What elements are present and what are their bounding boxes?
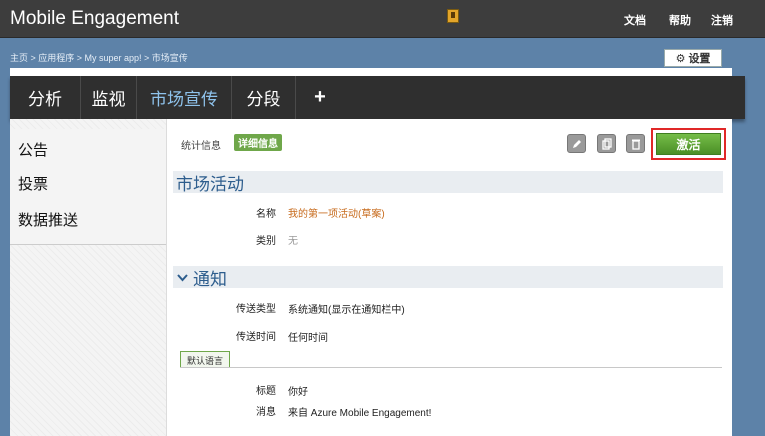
sidebar-item-polls[interactable]: 投票 — [18, 173, 48, 194]
category-value: 无 — [288, 236, 298, 247]
app-badge-icon — [447, 9, 459, 23]
default-language-tab[interactable]: 默认语言 — [180, 351, 231, 368]
settings-label: 设置 — [688, 53, 711, 65]
delivery-time-value: 任何时间 — [288, 333, 328, 344]
title-label: 标题 — [256, 386, 276, 397]
category-label: 类别 — [256, 236, 276, 247]
activate-highlight: 激活 — [651, 128, 726, 160]
logout-link[interactable]: 注销 — [711, 12, 733, 28]
language-tab-divider — [180, 367, 722, 368]
delete-button[interactable] — [626, 134, 645, 153]
sidebar-item-announcements[interactable]: 公告 — [18, 139, 48, 160]
breadcrumb[interactable]: 主页 > 应用程序 > My super app! > 市场宣传 — [10, 51, 188, 64]
copy-button[interactable] — [597, 134, 616, 153]
message-value: 来自 Azure Mobile Engagement! — [288, 408, 432, 419]
docs-link[interactable]: 文档 — [624, 12, 646, 28]
campaign-section-title: 市场活动 — [176, 174, 244, 194]
delivery-time-label: 传送时间 — [236, 332, 276, 343]
main-tab-bar: 分析 监视 市场宣传 分段 + — [10, 76, 745, 119]
notification-section-header[interactable]: 通知 — [173, 266, 723, 289]
copy-icon — [602, 138, 612, 150]
top-bar: Mobile Engagement 文档 帮助 注销 — [0, 0, 765, 38]
delivery-type-value: 系统通知(显示在通知栏中) — [288, 305, 405, 316]
gear-icon: ⚙ — [675, 52, 686, 65]
tab-analytics[interactable]: 分析 — [10, 76, 81, 119]
title-value: 你好 — [288, 387, 308, 398]
sidebar-menu: 公告 投票 数据推送 — [10, 129, 166, 245]
activate-button[interactable]: 激活 — [656, 133, 721, 155]
delete-icon — [632, 139, 640, 150]
notification-section-title: 通知 — [193, 269, 227, 289]
add-tab-button[interactable]: + — [296, 76, 344, 119]
delivery-type-label: 传送类型 — [236, 304, 276, 315]
sidebar-item-data-push[interactable]: 数据推送 — [18, 209, 78, 230]
chevron-down-icon — [177, 273, 188, 281]
tab-segments[interactable]: 分段 — [232, 76, 296, 119]
edit-button[interactable] — [567, 134, 586, 153]
campaign-detail-panel: 统计信息 详细信息 激活 市场活动 名称 我的第一项活动(草案) 类别 无 通知… — [167, 119, 732, 436]
name-label: 名称 — [256, 209, 276, 220]
settings-button[interactable]: ⚙ 设置 — [664, 49, 722, 67]
sidebar: 公告 投票 数据推送 — [10, 119, 167, 436]
app-title: Mobile Engagement — [10, 8, 179, 29]
panel-top-strip — [10, 68, 732, 76]
tab-marketing[interactable]: 市场宣传 — [137, 76, 232, 119]
message-label: 消息 — [256, 407, 276, 418]
subtab-details[interactable]: 详细信息 — [234, 134, 282, 151]
name-value: 我的第一项活动(草案) — [288, 209, 385, 220]
edit-icon — [573, 140, 581, 148]
help-link[interactable]: 帮助 — [669, 12, 691, 28]
campaign-section-header: 市场活动 — [173, 171, 723, 194]
tab-monitor[interactable]: 监视 — [81, 76, 137, 119]
subtab-statistics[interactable]: 统计信息 — [181, 137, 221, 152]
